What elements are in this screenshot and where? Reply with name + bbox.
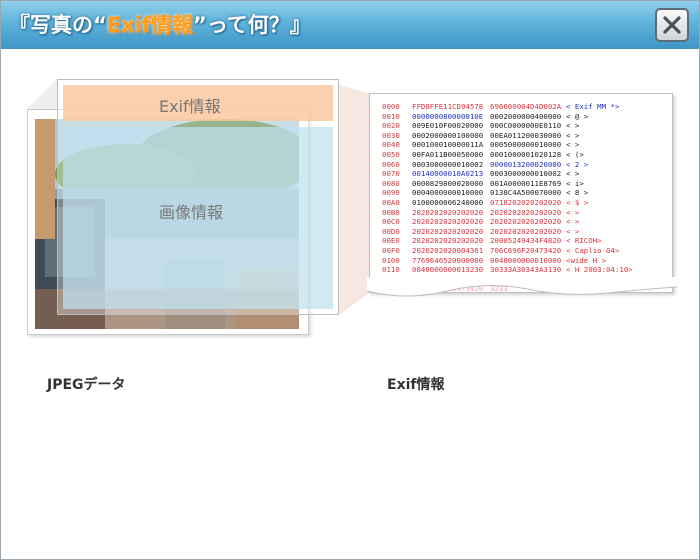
- hex-row-hex-bytes: 2020202020202020: [412, 226, 484, 236]
- hex-row-offset: 0020: [382, 121, 400, 131]
- hex-row: 00E0 2020202020202020 20005249434F4820 < RI…: [370, 236, 672, 246]
- hex-row: 00D0 2020202020202020 2020202020202020 < >: [370, 226, 672, 237]
- hex-row: 0080 0000829800020000 001A0000011E8769 < i>: [370, 178, 672, 189]
- hex-row-offset: 0000: [382, 102, 400, 111]
- hex-row-offset: 0090: [382, 188, 400, 198]
- hex-row-offset: 00B0: [382, 207, 400, 217]
- hex-row-hex-bytes: 696600004D4D002A: [490, 102, 562, 111]
- hex-row-hex-ascii: <wide H >: [566, 255, 607, 265]
- hex-row: 0040 000100010000011A 0005000000010000 < >: [370, 140, 672, 150]
- hex-row-hex-bytes: 0003000000010002: [412, 159, 484, 169]
- hex-row-hex-ascii: < (>: [566, 150, 584, 159]
- hex-row-hex-bytes: 0001000001020128: [490, 150, 562, 159]
- hex-row-offset: 00E0: [382, 236, 400, 246]
- hex-row-hex-bytes: 2020202020202020: [490, 217, 562, 227]
- hex-row-offset: 0110: [382, 265, 400, 275]
- hex-row-hex-bytes: 0002000000100000: [412, 130, 484, 140]
- hex-row: 0110 0048000000013230 30333A30343A3130 < H …: [370, 265, 672, 275]
- hex-row: 00A0 0100000006240000 0718202020202020 < $ …: [370, 198, 672, 208]
- hex-row-hex-ascii: < $ >: [566, 198, 589, 207]
- exif-hex-dump: 0000 FFD8FFE11CD94578 696600004D4D002A < Ex…: [369, 93, 673, 293]
- hex-row-hex-bytes: 0048000000010000: [490, 255, 562, 265]
- hex-row-hex-bytes: 0048000000013230: [412, 265, 484, 275]
- hex-row-hex-bytes: 0002000000400000: [490, 111, 562, 121]
- hex-row: 0070 00140000010A0213 0003000000010002 < >: [370, 169, 672, 179]
- hex-row-hex-bytes: 0000829800020000: [412, 178, 484, 188]
- hex-row-hex-ascii: < Caplio G4>: [566, 246, 620, 255]
- hex-row-hex-bytes: FFD8FFE11CD94578: [412, 102, 484, 111]
- hex-row-hex-ascii: < 8 >: [566, 188, 589, 198]
- hex-row-offset: 00F0: [382, 246, 400, 255]
- hex-row-offset: 0070: [382, 169, 400, 179]
- hex-row: 0060 0003000000010002 0000013200020000 < 2 …: [370, 159, 672, 170]
- hex-row-offset: 0050: [382, 150, 400, 159]
- hex-row-offset: 00D0: [382, 226, 400, 236]
- hex-row-hex-bytes: 009E010F00020000: [412, 121, 484, 131]
- exif-band-label: Exif情報: [159, 97, 221, 116]
- hex-row-hex-ascii: < >: [566, 207, 580, 217]
- hex-row-hex-ascii: < RICOH>: [566, 236, 602, 246]
- hex-row: 00F0 2020202020004361 706C696F20473420 < Ca…: [370, 246, 672, 256]
- dialog-window: 『写真の“Exif情報”って何？』 Exif情報 画像情報 0000 FFD8F…: [0, 0, 700, 560]
- exif-caption: Exif情報: [387, 377, 445, 393]
- hex-row-hex-bytes: 20005249434F4820: [490, 236, 562, 246]
- hex-row: 0030 0002000000100000 00EA011200030000 < >: [370, 130, 672, 141]
- hex-row: 0050 00FA011B00050000 0001000001020128 < (>: [370, 150, 672, 160]
- hex-row-hex-ascii: < @ >: [566, 111, 589, 121]
- exif-section-band: Exif情報: [63, 85, 333, 121]
- hex-row-offset: 0040: [382, 140, 400, 150]
- hex-row-hex-ascii: < H 2003:04:10>: [566, 265, 633, 275]
- hex-row-hex-bytes: 0005000000010000: [490, 140, 562, 150]
- hex-row-hex-bytes: 0004000000010000: [412, 188, 484, 198]
- hex-row-hex-bytes: 30333A30343A3130: [490, 265, 562, 275]
- hex-row-hex-bytes: 0100000006240000: [412, 198, 484, 207]
- hex-row-hex-bytes: 00140000010A0213: [412, 169, 484, 179]
- jpeg-caption: JPEGデータ: [47, 377, 126, 393]
- hex-row-hex-bytes: 0000013200020000: [490, 159, 562, 169]
- hex-row-hex-bytes: 000C0000000E0110: [490, 121, 562, 131]
- hex-row: 0020 009E010F00020000 000C0000000E0110 < >: [370, 121, 672, 131]
- image-section-band: 画像情報: [63, 127, 333, 309]
- hex-row-hex-ascii: < >: [566, 226, 580, 236]
- hex-row-hex-bytes: 2020202020202020: [490, 226, 562, 236]
- hex-row: 0010 000000080000010E 0002000000400000 < @ …: [370, 111, 672, 122]
- hex-row-offset: 0100: [382, 255, 400, 265]
- hex-row-offset: 0060: [382, 159, 400, 169]
- hex-row-hex-bytes: 001A0000011E8769: [490, 178, 562, 188]
- hex-row-offset: 0010: [382, 111, 400, 121]
- hex-row-hex-ascii: < i>: [566, 178, 584, 188]
- hex-row-hex-bytes: 7769646520000000: [412, 255, 484, 265]
- hex-row-hex-bytes: 0718202020202020: [490, 198, 562, 207]
- hex-row-hex-bytes: 2020202020202020: [412, 236, 484, 246]
- hex-row-hex-ascii: < >: [566, 121, 580, 131]
- hex-row-hex-bytes: 0138C4A500070000: [490, 188, 562, 198]
- hex-row: 0100 7769646520000000 0048000000010000 <wid…: [370, 255, 672, 266]
- hex-row-hex-bytes: 0003000000010002: [490, 169, 562, 179]
- hex-row-hex-bytes: 00EA011200030000: [490, 130, 562, 140]
- hex-row-hex-bytes: 2020202020202020: [412, 207, 484, 217]
- hex-row-hex-bytes: 2020202020004361: [412, 246, 484, 255]
- hex-row-hex-bytes: 000000080000010E: [412, 111, 484, 121]
- hex-row-hex-bytes: 000100010000011A: [412, 140, 484, 150]
- torn-edge: [367, 277, 677, 297]
- hex-row: 0090 0004000000010000 0138C4A500070000 < 8 …: [370, 188, 672, 198]
- hex-row: 00C0 2020202020202020 2020202020202020 < >: [370, 217, 672, 227]
- hex-row-offset: 00C0: [382, 217, 400, 227]
- hex-row-hex-ascii: < >: [566, 140, 580, 150]
- hex-row-offset: 0030: [382, 130, 400, 140]
- hex-row-hex-ascii: < Exif MM *>: [566, 102, 620, 111]
- hex-row: 0000 FFD8FFE11CD94578 696600004D4D002A < Ex…: [370, 102, 672, 112]
- hex-row-hex-bytes: 706C696F20473420: [490, 246, 562, 255]
- hex-row-hex-bytes: 00FA011B00050000: [412, 150, 484, 159]
- hex-row-hex-ascii: < >: [566, 169, 580, 179]
- hex-row-offset: 0080: [382, 178, 400, 188]
- hex-row-hex-ascii: < >: [566, 217, 580, 227]
- image-band-label: 画像情報: [159, 203, 224, 222]
- hex-row-hex-bytes: 2020202020202020: [490, 207, 562, 217]
- hex-row-offset: 00A0: [382, 198, 400, 207]
- hex-row: 00B0 2020202020202020 2020202020202020 < >: [370, 207, 672, 218]
- hex-row-hex-ascii: < 2 >: [566, 159, 589, 169]
- hex-row-hex-ascii: < >: [566, 130, 580, 140]
- hex-row-hex-bytes: 2020202020202020: [412, 217, 484, 227]
